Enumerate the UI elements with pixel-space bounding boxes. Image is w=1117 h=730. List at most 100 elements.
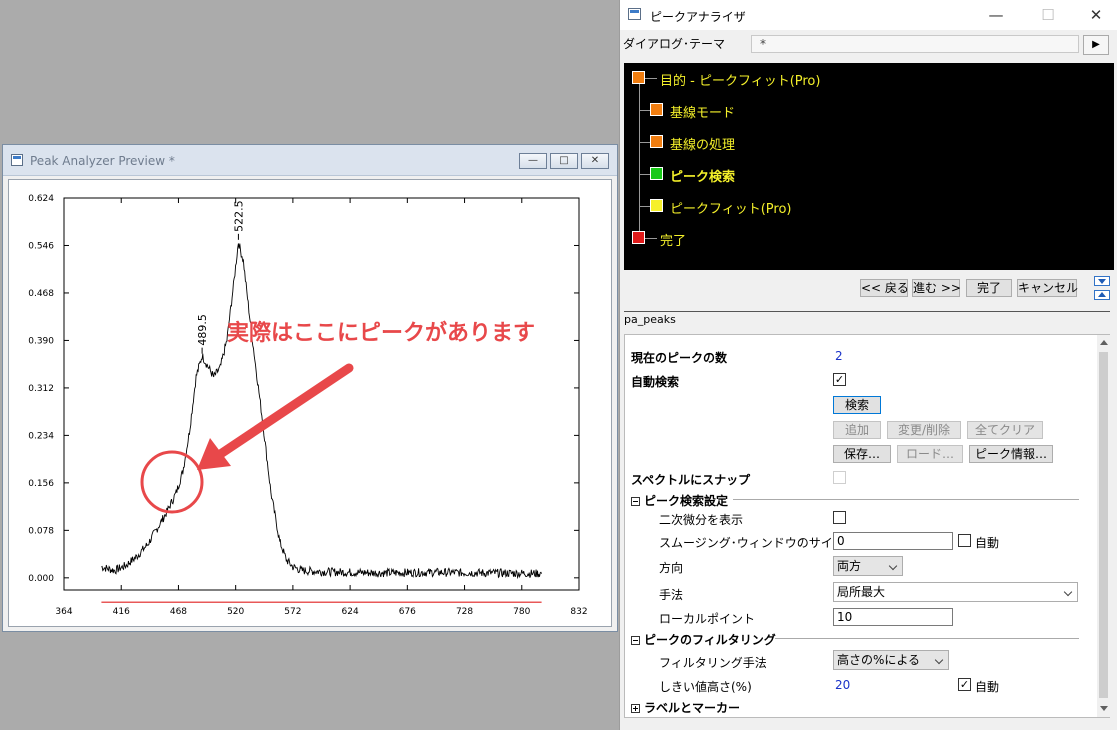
flow-step-label: 基線の処理 xyxy=(670,138,736,153)
x-tick-label: 832 xyxy=(570,607,587,617)
modify-delete-button[interactable]: 変更/削除 xyxy=(887,421,961,439)
y-tick-label: 0.078 xyxy=(28,526,54,536)
settings-scrollbar[interactable] xyxy=(1097,335,1110,717)
threshold-height-label: しきい値高さ(%) xyxy=(659,680,752,694)
smoothing-window-label: スムージング･ウィンドウのサイズ xyxy=(659,536,845,550)
x-tick-label: 624 xyxy=(342,607,359,617)
preview-title: Peak Analyzer Preview * xyxy=(30,154,175,168)
divider xyxy=(624,311,1110,312)
section-peak-filtering[interactable]: ピークのフィルタリング xyxy=(631,631,776,648)
section-find-settings[interactable]: ピーク検索設定 xyxy=(631,492,728,509)
section-divider xyxy=(775,638,1079,639)
next-button[interactable]: 進む >> xyxy=(912,279,961,297)
page-name: pa_peaks xyxy=(624,313,676,326)
y-tick-label: 0.000 xyxy=(28,574,54,584)
scroll-down-icon[interactable] xyxy=(1100,706,1108,711)
auto-find-checkbox[interactable]: ✓ xyxy=(833,373,846,386)
second-derivative-checkbox[interactable] xyxy=(833,511,846,524)
threshold-auto-label: 自動 xyxy=(975,680,1000,694)
method-select[interactable]: 局所最大 xyxy=(833,582,1078,602)
plot-area[interactable]: 0.000 0.078 0.156 0.234 0.312 0.390 0.468 0.546… xyxy=(8,179,612,627)
theme-menu-button[interactable]: ▶ xyxy=(1083,35,1109,55)
x-tick-label: 364 xyxy=(55,607,72,617)
cancel-button[interactable]: キャンセル xyxy=(1017,279,1078,297)
flow-step-label: ピーク検索 xyxy=(670,170,736,185)
local-points-input[interactable]: 10 xyxy=(833,608,953,626)
smoothing-auto-label: 自動 xyxy=(975,536,1000,550)
finish-button[interactable]: 完了 xyxy=(966,279,1012,297)
x-tick-label: 520 xyxy=(227,607,244,617)
collapse-down-icon[interactable] xyxy=(1094,276,1110,286)
threshold-auto-checkbox[interactable]: ✓ xyxy=(958,678,971,691)
spectrum-chart[interactable]: 0.000 0.078 0.156 0.234 0.312 0.390 0.468 0.546… xyxy=(9,180,611,626)
scroll-thumb[interactable] xyxy=(1099,352,1108,698)
restore-button[interactable]: □ xyxy=(550,153,578,169)
minimize-button[interactable]: — xyxy=(519,153,547,169)
flow-step-find-peaks[interactable]: ピーク検索 xyxy=(640,165,940,185)
second-derivative-label: 二次微分を表示 xyxy=(659,513,744,527)
flow-branch-line xyxy=(640,174,650,175)
method-label: 手法 xyxy=(659,588,684,602)
peak-info-button[interactable]: ピーク情報… xyxy=(969,445,1053,463)
goal-flowchart: 目的 - ピークフィット(Pro) 基線モード 基線の処理 ピーク検索 ピークフ… xyxy=(624,63,1114,270)
y-tick-label: 0.312 xyxy=(28,384,54,394)
collapse-icon[interactable] xyxy=(631,497,640,506)
y-tick-label: 0.156 xyxy=(28,479,54,489)
settings-panel: 現在のピークの数 2 自動検索 ✓ 検索 追加 変更/削除 全てクリア 保存… … xyxy=(624,334,1110,718)
flow-step-baseline-treatment[interactable]: 基線の処理 xyxy=(640,133,940,153)
dialog-theme-label: ダイアログ･テーマ xyxy=(623,37,726,51)
flow-step-label: 目的 - ピークフィット(Pro) xyxy=(660,74,821,89)
snap-spectrum-label: スペクトルにスナップ xyxy=(631,473,751,487)
expand-icon[interactable] xyxy=(631,704,640,713)
direction-select[interactable]: 両方 xyxy=(833,556,903,576)
load-button[interactable]: ロード… xyxy=(897,445,963,463)
step-marker xyxy=(650,167,663,180)
step-marker xyxy=(650,103,663,116)
dialog-maximize-button[interactable]: ☐ xyxy=(1028,4,1068,26)
annotation-text: 実際はここにピークがあります xyxy=(227,320,535,346)
flow-step-goal[interactable]: 目的 - ピークフィット(Pro) xyxy=(632,69,932,89)
dialog-theme-input[interactable]: * xyxy=(751,35,1079,53)
smoothing-auto-checkbox[interactable] xyxy=(958,534,971,547)
y-tick-label: 0.390 xyxy=(28,336,54,346)
x-tick-label: 468 xyxy=(170,607,187,617)
peak-count-label: 現在のピークの数 xyxy=(631,351,728,365)
restore-icon: □ xyxy=(559,155,569,166)
x-tick-label: 676 xyxy=(399,607,416,617)
step-marker xyxy=(650,135,663,148)
flow-step-baseline-mode[interactable]: 基線モード xyxy=(640,101,940,121)
dialog-titlebar[interactable]: ピークアナライザ — ☐ ✕ xyxy=(620,0,1117,30)
save-button[interactable]: 保存… xyxy=(833,445,891,463)
filter-method-select[interactable]: 高さの%による xyxy=(833,650,949,670)
flow-step-peak-fit[interactable]: ピークフィット(Pro) xyxy=(640,197,940,217)
collapse-up-icon[interactable] xyxy=(1094,290,1110,300)
local-points-label: ローカルポイント xyxy=(659,612,756,626)
collapse-icon[interactable] xyxy=(631,636,640,645)
step-marker xyxy=(632,231,645,244)
flow-step-label: 基線モード xyxy=(670,106,736,121)
dialog-minimize-button[interactable]: — xyxy=(976,4,1016,26)
filter-method-label: フィルタリング手法 xyxy=(659,656,767,670)
clear-all-button[interactable]: 全てクリア xyxy=(967,421,1043,439)
flow-step-label: ピークフィット(Pro) xyxy=(670,202,792,217)
x-tick-label: 728 xyxy=(456,607,473,617)
peak-analyzer-preview-window: Peak Analyzer Preview * — □ ✕ 0.000 0.078… xyxy=(2,144,618,632)
back-button[interactable]: << 戻る xyxy=(860,279,909,297)
preview-titlebar[interactable]: Peak Analyzer Preview * — □ ✕ xyxy=(3,145,617,176)
flow-branch-line xyxy=(640,206,650,207)
dialog-close-button[interactable]: ✕ xyxy=(1076,4,1116,26)
scroll-up-icon[interactable] xyxy=(1100,340,1108,345)
smoothing-window-input[interactable]: 0 xyxy=(833,532,953,550)
flow-step-finish[interactable]: 完了 xyxy=(632,229,932,249)
snap-spectrum-checkbox[interactable] xyxy=(833,471,846,484)
dialog-title: ピークアナライザ xyxy=(650,10,746,24)
section-labels-markers[interactable]: ラベルとマーカー xyxy=(631,699,740,716)
flow-step-label: 完了 xyxy=(660,234,687,249)
window-app-icon xyxy=(11,154,23,166)
y-tick-label: 0.234 xyxy=(28,431,54,441)
y-tick-label: 0.468 xyxy=(28,289,54,299)
add-button[interactable]: 追加 xyxy=(833,421,881,439)
find-button[interactable]: 検索 xyxy=(833,396,881,414)
spectrum-line xyxy=(101,243,542,580)
close-button[interactable]: ✕ xyxy=(581,153,609,169)
